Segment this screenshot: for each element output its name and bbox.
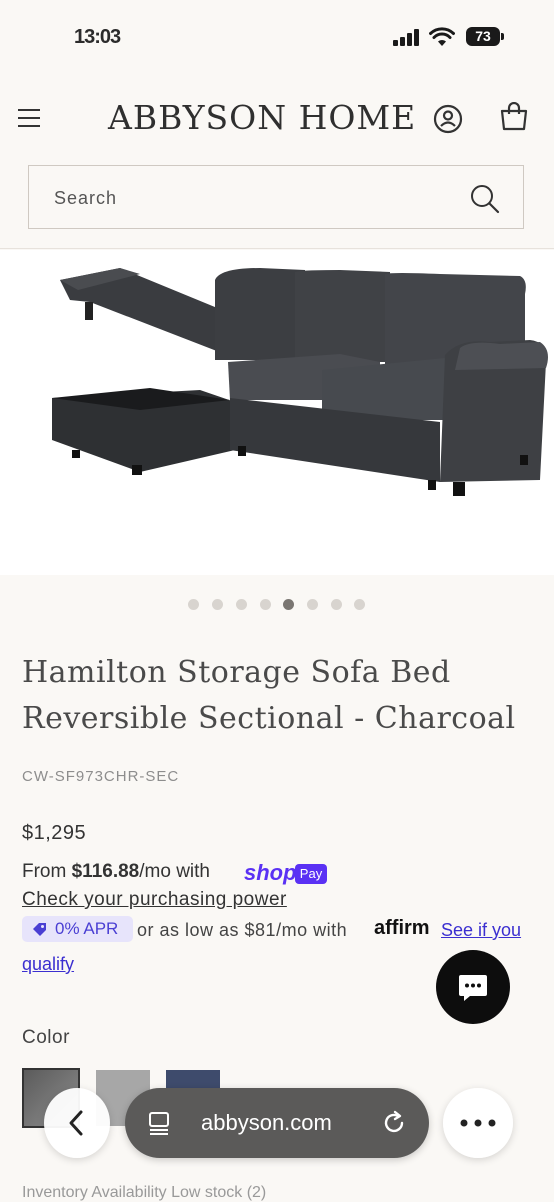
chat-button[interactable]	[436, 950, 510, 1024]
product-price: $1,295	[22, 822, 87, 844]
shop-pay-logo: shop	[244, 860, 297, 885]
header-divider	[0, 248, 554, 249]
product-title: Hamilton Storage Sofa Bed Reversible Sec…	[22, 650, 532, 742]
affirm-text: or as low as $81/mo with	[137, 920, 348, 940]
tag-icon	[33, 923, 46, 936]
inventory-availability: Inventory Availability Low stock (2)	[22, 1184, 267, 1201]
from-label: From	[22, 861, 72, 882]
gallery-pagination[interactable]	[188, 599, 368, 611]
brand-logo[interactable]: ABBYSON HOME	[108, 98, 415, 137]
browser-back-button[interactable]	[44, 1088, 110, 1158]
check-purchasing-power-link[interactable]: Check your purchasing power	[22, 889, 287, 911]
qualify-link[interactable]: qualify	[22, 954, 74, 975]
product-title-line1: Hamilton Storage Sofa Bed	[22, 655, 451, 690]
battery-indicator: 73	[466, 27, 504, 46]
status-time: 13:03	[74, 26, 121, 48]
gallery-dot[interactable]	[354, 599, 365, 610]
shopping-bag-icon[interactable]	[499, 102, 529, 132]
apr-badge: 0% APR	[22, 916, 133, 942]
gallery-dot[interactable]	[212, 599, 223, 610]
gallery-dot[interactable]	[331, 599, 342, 610]
browser-address-bar[interactable]: abbyson.com	[125, 1088, 429, 1158]
monthly-suffix: /mo with	[139, 861, 210, 882]
see-if-you-qualify-link[interactable]: See if you	[441, 920, 521, 941]
tabs-icon	[149, 1112, 169, 1135]
chevron-left-icon	[69, 1110, 83, 1136]
apr-label: 0% APR	[55, 919, 119, 938]
product-title-line2: Reversible Sectional - Charcoal	[22, 701, 516, 736]
account-icon[interactable]	[432, 103, 464, 135]
shop-pay-badge: Pay	[295, 864, 327, 884]
shoppay-installment-text: From $116.88/mo with	[22, 861, 210, 883]
monthly-amount: $116.88	[71, 861, 140, 882]
gallery-dot-active[interactable]	[283, 599, 294, 610]
browser-more-button[interactable]	[443, 1088, 513, 1158]
chat-bubble-icon	[459, 975, 487, 1001]
affirm-logo: affirm	[374, 917, 430, 939]
product-image[interactable]	[0, 250, 554, 575]
reload-icon[interactable]	[380, 1109, 408, 1137]
search-input[interactable]: Search	[54, 188, 117, 209]
gallery-dot[interactable]	[188, 599, 199, 610]
hamburger-menu-icon[interactable]	[18, 107, 42, 129]
wifi-icon	[429, 27, 455, 46]
cellular-signal-icon	[393, 29, 419, 46]
color-label: Color	[22, 1027, 70, 1048]
browser-url[interactable]: abbyson.com	[201, 1110, 332, 1136]
more-dots-icon	[460, 1119, 496, 1127]
gallery-dot[interactable]	[260, 599, 271, 610]
search-icon[interactable]	[469, 183, 501, 215]
sofa-image	[52, 268, 548, 496]
search-bar[interactable]: Search	[28, 165, 524, 229]
gallery-dot[interactable]	[236, 599, 247, 610]
gallery-dot[interactable]	[307, 599, 318, 610]
product-sku: CW-SF973CHR-SEC	[22, 768, 180, 785]
